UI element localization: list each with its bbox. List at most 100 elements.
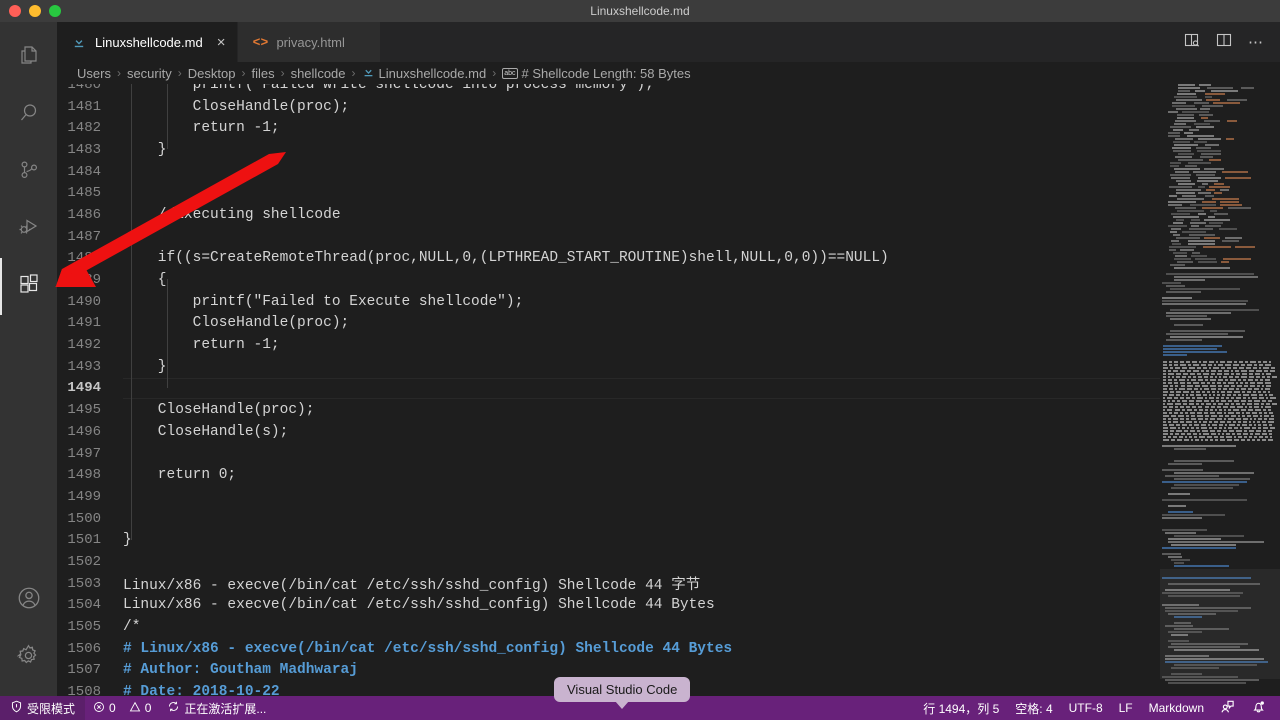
minimap-line <box>1196 394 1201 396</box>
code-line[interactable]: 1502 <box>57 551 1160 573</box>
minimap-line <box>1162 469 1204 471</box>
code-line[interactable]: 1485 <box>57 182 1160 204</box>
code-line[interactable]: 1483 } <box>57 139 1160 161</box>
minimap-line <box>1208 397 1215 399</box>
minimap-line <box>1220 361 1225 363</box>
code-line[interactable]: 1505 /* <box>57 616 1160 638</box>
split-editor-right-button[interactable] <box>1210 28 1238 56</box>
sidebar-item-manage-settings[interactable] <box>0 629 57 686</box>
minimap-line <box>1231 385 1235 387</box>
sidebar-item-explorer[interactable] <box>0 30 57 87</box>
code-line[interactable]: 1504 Linux/x86 - execve(/bin/cat /etc/ssh… <box>57 595 1160 617</box>
code-line[interactable]: 1496 CloseHandle(s); <box>57 421 1160 443</box>
status-editor-encoding[interactable]: UTF-8 <box>1061 696 1111 720</box>
code-line[interactable]: 1506 # Linux/x86 - execve(/bin/cat /etc/s… <box>57 638 1160 660</box>
code-line[interactable]: 1499 <box>57 486 1160 508</box>
minimap-line <box>1206 189 1216 191</box>
minimap-line <box>1207 382 1210 384</box>
code-line[interactable]: 1484 <box>57 161 1160 183</box>
minimap-line <box>1197 367 1201 369</box>
breadcrumb-item-files[interactable]: files <box>251 66 274 81</box>
code-line[interactable]: 1491 CloseHandle(proc); <box>57 313 1160 335</box>
window-traffic-lights[interactable] <box>0 5 61 17</box>
breadcrumb-item-desktop[interactable]: Desktop <box>188 66 236 81</box>
code-line[interactable]: 1489 { <box>57 269 1160 291</box>
minimap-line <box>1174 565 1230 567</box>
code-line[interactable]: 1498 return 0; <box>57 464 1160 486</box>
code-scroll-area[interactable]: 1480 printf("Failed write shellcode into… <box>57 84 1160 696</box>
minimap-line <box>1265 436 1268 438</box>
sidebar-item-search[interactable] <box>0 87 57 144</box>
line-number: 1490 <box>67 293 101 310</box>
breadcrumb[interactable]: Users › security › Desktop › files › she… <box>57 62 1280 84</box>
minimap-line <box>1269 412 1273 414</box>
breadcrumb-item-symbol[interactable]: abc # Shellcode Length: 58 Bytes <box>502 66 691 81</box>
minimap-line <box>1162 517 1202 519</box>
code-line[interactable]: 1500 <box>57 508 1160 530</box>
minimap-line <box>1191 219 1201 221</box>
breadcrumb-item-users[interactable]: Users <box>77 66 111 81</box>
code-text: if((s=CreateRemoteThread(proc,NULL,0,(LP… <box>123 250 889 267</box>
minimap-line <box>1232 394 1236 396</box>
code-line[interactable]: 1490 printf("Failed to Execute shellcode… <box>57 291 1160 313</box>
status-editor-position[interactable]: 行 1494，列 5 <box>915 696 1007 720</box>
code-line[interactable]: 1486 //Executing shellcode <box>57 204 1160 226</box>
minimap-line <box>1173 150 1192 152</box>
minimap-line <box>1175 138 1193 140</box>
code-line[interactable]: 1493 } <box>57 356 1160 378</box>
status-editor-language[interactable]: Markdown <box>1141 696 1212 720</box>
code-line[interactable]: 1503 Linux/x86 - execve(/bin/cat /etc/ssh… <box>57 573 1160 595</box>
code-line[interactable]: 1487 <box>57 226 1160 248</box>
minimap-line <box>1227 120 1237 122</box>
breadcrumb-item-security[interactable]: security <box>127 66 172 81</box>
code-line[interactable]: 1495 CloseHandle(proc); <box>57 399 1160 421</box>
minimap-line <box>1169 424 1175 426</box>
minimap-line <box>1248 376 1255 378</box>
sidebar-item-run-and-debug[interactable] <box>0 201 57 258</box>
sidebar-item-accounts[interactable] <box>0 572 57 629</box>
minimap-line <box>1209 186 1231 188</box>
minimap-line <box>1263 424 1268 426</box>
breadcrumb-item-file[interactable]: Linuxshellcode.md <box>362 65 486 81</box>
minimap-line <box>1170 288 1241 290</box>
code-line[interactable]: 1501} <box>57 529 1160 551</box>
minimap-line <box>1199 436 1206 438</box>
code-line[interactable]: 1494 <box>57 377 1160 400</box>
open-preview-to-side-button[interactable] <box>1178 28 1206 56</box>
code-line[interactable]: 1480 printf("Failed write shellcode into… <box>57 84 1160 96</box>
tab-linuxshellcode-md[interactable]: Linuxshellcode.md × <box>57 22 239 62</box>
close-window-button[interactable] <box>9 5 21 17</box>
status-restricted-mode[interactable]: 受限模式 <box>0 696 86 720</box>
minimap-line <box>1201 427 1207 429</box>
minimap-line <box>1176 424 1180 426</box>
sidebar-item-extensions[interactable] <box>0 258 57 315</box>
breadcrumb-item-shellcode[interactable]: shellcode <box>291 66 346 81</box>
status-activating-extensions[interactable]: 正在激活扩展... <box>159 696 274 720</box>
minimap-line <box>1256 376 1260 378</box>
minimap[interactable] <box>1160 84 1280 696</box>
code-text: printf("Failed to Execute shellcode"); <box>123 293 524 310</box>
code-line[interactable]: 1492 return -1; <box>57 334 1160 356</box>
code-line[interactable]: 1488 if((s=CreateRemoteThread(proc,NULL,… <box>57 248 1160 270</box>
code-line[interactable]: 1481 CloseHandle(proc); <box>57 96 1160 118</box>
minimap-line <box>1169 406 1174 408</box>
code-line[interactable]: 1482 return -1; <box>57 117 1160 139</box>
maximize-window-button[interactable] <box>49 5 61 17</box>
code-lines[interactable]: 1480 printf("Failed write shellcode into… <box>57 84 1160 696</box>
status-editor-eol[interactable]: LF <box>1111 696 1141 720</box>
minimize-window-button[interactable] <box>29 5 41 17</box>
tab-privacy-html[interactable]: <> privacy.html × <box>238 22 381 62</box>
sidebar-item-source-control[interactable] <box>0 144 57 201</box>
minimap-line <box>1166 285 1185 287</box>
minimap-slider[interactable] <box>1160 569 1280 679</box>
more-actions-button[interactable]: ⋯ <box>1242 28 1270 56</box>
minimap-line <box>1190 439 1193 441</box>
code-line[interactable]: 1497 <box>57 443 1160 465</box>
minimap-line <box>1225 403 1230 405</box>
status-notifications[interactable] <box>1243 696 1274 720</box>
minimap-line <box>1268 391 1271 393</box>
status-editor-indentation[interactable]: 空格: 4 <box>1007 696 1060 720</box>
status-live-share[interactable] <box>1212 696 1243 720</box>
close-icon[interactable]: × <box>217 35 226 50</box>
status-problems[interactable]: 0 0 <box>85 696 159 720</box>
